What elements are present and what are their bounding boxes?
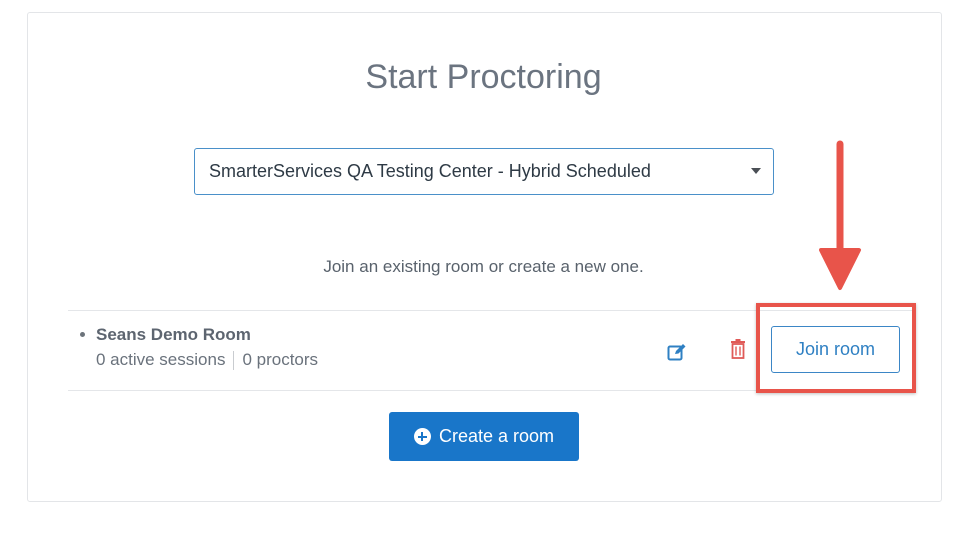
proctors-count: 0 proctors — [242, 350, 319, 369]
testing-center-select-value: SmarterServices QA Testing Center - Hybr… — [209, 161, 651, 181]
plus-circle-icon — [413, 428, 431, 445]
create-room-button[interactable]: Create a room — [389, 412, 579, 461]
chevron-down-icon — [751, 168, 761, 174]
page-title: Start Proctoring — [365, 58, 602, 96]
active-sessions-count: 0 active sessions — [96, 350, 226, 369]
join-room-button[interactable]: Join room — [771, 326, 900, 373]
bullet-icon — [80, 332, 85, 337]
edit-icon[interactable] — [666, 341, 688, 363]
room-name: Seans Demo Room — [96, 325, 251, 344]
room-meta: 0 active sessions 0 proctors — [96, 350, 318, 370]
create-room-label: Create a room — [438, 426, 555, 446]
trash-icon[interactable] — [727, 338, 749, 360]
testing-center-select[interactable]: SmarterServices QA Testing Center - Hybr… — [194, 148, 774, 195]
arrow-down-icon — [819, 140, 861, 290]
meta-separator — [233, 350, 235, 370]
